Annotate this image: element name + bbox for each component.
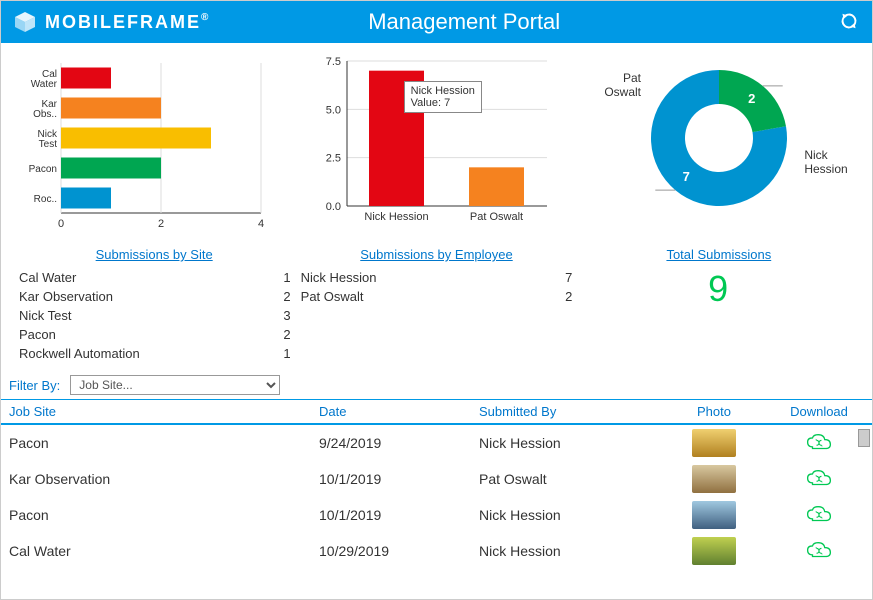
thumbnail[interactable]	[692, 501, 736, 529]
table-row: Pat Oswalt2	[301, 287, 573, 306]
column-header[interactable]: Date	[319, 404, 479, 419]
employee-table: Nick Hession7Pat Oswalt2	[301, 268, 573, 363]
svg-text:2: 2	[748, 91, 755, 106]
grid-header[interactable]: Job SiteDateSubmitted ByPhotoDownload	[1, 400, 872, 425]
svg-text:CalWater: CalWater	[31, 69, 58, 90]
scrollbar-thumb[interactable]	[858, 429, 870, 447]
svg-text:Pat Oswalt: Pat Oswalt	[470, 211, 523, 223]
table-row: Nick Test3	[19, 306, 291, 325]
chart-submissions-by-employee[interactable]: 0.02.55.07.5Nick HessionPat Oswalt Nick …	[299, 53, 575, 243]
svg-text:NickTest: NickTest	[38, 129, 58, 150]
table-row[interactable]: Pacon9/24/2019Nick Hession	[1, 425, 872, 461]
svg-text:Roc..: Roc..	[34, 194, 57, 205]
chart-total-submissions[interactable]: 7 2 Pat Oswalt Nick Hession	[584, 53, 860, 243]
column-header[interactable]: Download	[769, 404, 869, 419]
refresh-button[interactable]	[838, 10, 860, 35]
donut-label-2: Nick Hession	[804, 148, 847, 176]
thumbnail[interactable]	[692, 537, 736, 565]
svg-text:Nick Hession: Nick Hession	[364, 211, 428, 223]
chart-submissions-by-site[interactable]: 0 2 4 CalWater KarObs.. NickTest Pacon Roc..	[13, 53, 289, 243]
site-table: Cal Water1Kar Observation2Nick Test3Paco…	[19, 268, 291, 363]
table-row: Nick Hession7	[301, 268, 573, 287]
donut-label-1: Pat Oswalt	[604, 71, 641, 99]
svg-text:4: 4	[258, 218, 264, 230]
download-icon	[806, 432, 832, 452]
thumbnail[interactable]	[692, 429, 736, 457]
svg-text:2: 2	[158, 218, 164, 230]
grid-body: Pacon9/24/2019Nick HessionKar Observatio…	[1, 425, 872, 569]
caption-employee[interactable]: Submissions by Employee	[295, 247, 577, 262]
table-row: Cal Water1	[19, 268, 291, 287]
filter-label: Filter By:	[9, 378, 60, 393]
app-header: MOBILEFRAME® Management Portal	[1, 1, 872, 43]
thumbnail[interactable]	[692, 465, 736, 493]
download-icon	[806, 540, 832, 560]
page-title: Management Portal	[90, 9, 838, 35]
column-header[interactable]: Submitted By	[479, 404, 659, 419]
column-header[interactable]: Photo	[659, 404, 769, 419]
column-header[interactable]: Job Site	[9, 404, 319, 419]
caption-total[interactable]: Total Submissions	[578, 247, 860, 262]
cube-icon	[13, 10, 37, 34]
download-button[interactable]	[769, 432, 869, 455]
table-row[interactable]: Cal Water10/29/2019Nick Hession	[1, 533, 872, 569]
svg-text:0.0: 0.0	[325, 201, 340, 213]
svg-text:Pacon: Pacon	[29, 164, 57, 175]
svg-text:7: 7	[683, 169, 690, 184]
total-submissions-value: 9	[582, 268, 854, 363]
download-icon	[806, 504, 832, 524]
caption-site[interactable]: Submissions by Site	[13, 247, 295, 262]
svg-text:0: 0	[58, 218, 64, 230]
table-row: Rockwell Automation1	[19, 344, 291, 363]
table-row[interactable]: Pacon10/1/2019Nick Hession	[1, 497, 872, 533]
download-button[interactable]	[769, 468, 869, 491]
svg-text:KarObs..: KarObs..	[33, 99, 58, 120]
table-row: Pacon2	[19, 325, 291, 344]
data-grid: Job SiteDateSubmitted ByPhotoDownload Pa…	[1, 399, 872, 569]
download-icon	[806, 468, 832, 488]
download-button[interactable]	[769, 540, 869, 563]
refresh-icon	[838, 10, 860, 32]
download-button[interactable]	[769, 504, 869, 527]
svg-text:7.5: 7.5	[325, 56, 340, 68]
filter-select[interactable]: Job Site...	[70, 375, 280, 395]
filter-row: Filter By: Job Site...	[1, 371, 872, 399]
svg-text:5.0: 5.0	[325, 104, 340, 116]
table-row[interactable]: Kar Observation10/1/2019Pat Oswalt	[1, 461, 872, 497]
table-row: Kar Observation2	[19, 287, 291, 306]
svg-text:2.5: 2.5	[325, 153, 340, 165]
